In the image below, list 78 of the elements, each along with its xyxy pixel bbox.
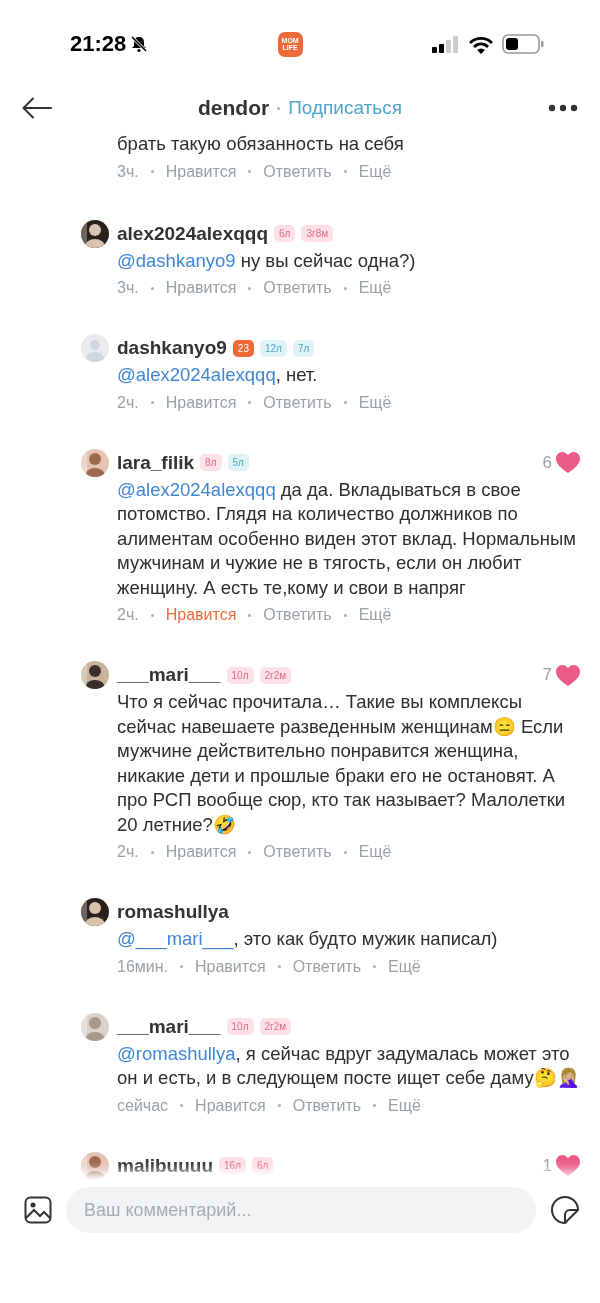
subscribe-link[interactable]: Подписаться [288,97,402,119]
reply-button[interactable]: Ответить [263,162,332,181]
more-icon[interactable] [548,104,578,112]
like-count: 7 [542,665,552,685]
signal-icon [432,35,460,53]
age-badge: 5л [227,454,249,471]
more-button[interactable]: Ещё [358,162,392,181]
comment-text: брать такую обязанность на себя [117,132,405,156]
mention-link[interactable]: @alex2024alexqqq [117,364,276,385]
age-badge: 23 [232,339,254,357]
like-button[interactable]: Нравится [165,279,237,297]
age-badge: 6л [252,1157,274,1174]
reply-button[interactable]: Ответить [292,957,361,976]
username[interactable]: lara_filik [117,451,195,474]
comment-text: @alex2024alexqqq, нет. [117,363,319,387]
age-badge: 2г2м [259,1018,292,1035]
age-badge: 2г2м [259,666,292,684]
more-button[interactable]: Ещё [388,1096,421,1115]
username[interactable]: alex2024alexqqq [117,222,269,245]
username[interactable]: ___mari___ [117,1015,221,1038]
username[interactable]: romashullya [117,901,229,923]
comment-time: 3ч. [117,279,139,297]
comment-text: @romashullya, я сейчас вдруг задумалась может это он и есть, и в следующем посте ищет себе даму🤔🤦🏼‍♀ [117,1041,580,1090]
comment-text: Что я сейчас прочитала… Такие вы комплексы сейчас навешаете разведенным женщинам😑 Если мужчине действительно понравится женщина, никакие дети и прошлые браки его не остановят. А про РСП вообще сюр, кто так называет? Малолетки 20 летние?🤣 [117,690,567,837]
like-count: 1 [542,1155,552,1176]
like-button[interactable]: Нравится [165,843,237,861]
comment-text: @alex2024alexqqq да да. Вкладываться в свое потомство. Глядя на количество должников по алиментам особенно виден этот вклад. Нормальным мужчинам и чужие не в тягость, если он любит женщину. А есть те,кому и свои в напряг [117,477,577,600]
age-badge: 16л [219,1157,247,1174]
image-icon[interactable] [24,1196,52,1224]
more-button[interactable]: Ещё [358,606,392,624]
age-badge: 10л [226,1018,254,1035]
reply-button[interactable]: Ответить [263,606,332,624]
like-button[interactable]: Нравится [195,1096,266,1115]
username[interactable]: ___mari___ [117,664,221,686]
back-arrow-icon[interactable] [22,97,52,119]
age-badge: 8л [200,454,222,471]
age-badge: 12л [259,339,287,357]
status-time: 21:28 [70,31,127,57]
mention-link[interactable]: @alex2024alexqqq [117,478,276,500]
age-badge: 6л [274,225,296,242]
mention-link[interactable]: @___mari___ [117,928,234,949]
mention-link[interactable]: @dashkanyo9 [117,249,236,271]
heart-icon[interactable] [556,1155,580,1176]
page-title: dendor [198,96,270,120]
comment-time: сейчас [117,1096,169,1115]
comment-time: 16мин. [117,957,168,976]
comment-time: 2ч. [117,843,139,861]
age-badge: 3г8м [301,225,334,242]
comment-time: 2ч. [117,393,139,412]
mention-link[interactable]: @romashullya [117,1042,236,1064]
comment-text: @___mari___, это как будто мужик написал) [117,927,499,952]
more-button[interactable]: Ещё [388,957,421,976]
sticker-icon[interactable] [550,1195,580,1225]
battery-icon [502,34,544,54]
reply-button[interactable]: Ответить [263,393,332,412]
more-button[interactable]: Ещё [358,279,392,297]
bell-muted-icon [130,35,149,53]
reply-button[interactable]: Ответить [263,843,332,861]
wifi-icon [468,34,494,54]
like-button[interactable]: Нравится [165,606,237,624]
like-button[interactable]: Нравится [165,162,237,181]
comment-time: 2ч. [117,606,139,624]
reply-button[interactable]: Ответить [292,1096,362,1115]
like-count: 6 [542,452,552,473]
comment-text: @dashkanyo9 ну вы сейчас одна?) [117,248,417,273]
comment-input[interactable]: Ваш комментарий... [66,1187,536,1233]
like-button[interactable]: Нравится [165,393,237,412]
more-button[interactable]: Ещё [358,843,392,861]
heart-icon[interactable] [556,452,580,473]
username[interactable]: malibuuuu [117,1154,214,1177]
heart-icon[interactable] [556,664,580,686]
comment-time: 3ч. [117,162,139,181]
username[interactable]: dashkanyo9 [117,337,227,359]
more-button[interactable]: Ещё [358,393,392,412]
reply-button[interactable]: Ответить [263,279,332,297]
age-badge: 10л [226,666,254,684]
age-badge: 7л [292,339,315,357]
like-button[interactable]: Нравится [195,957,266,976]
